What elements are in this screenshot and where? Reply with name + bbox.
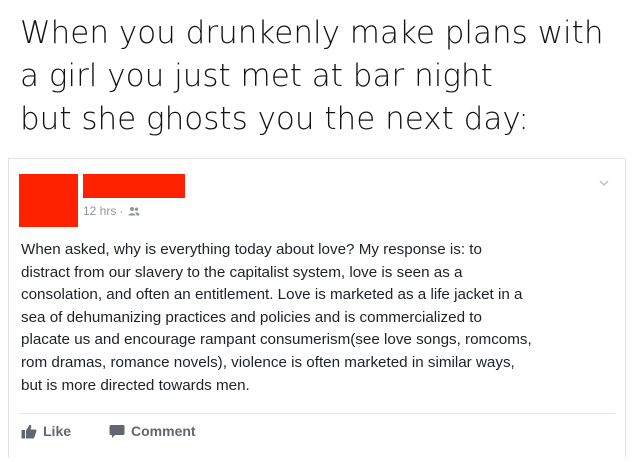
post-body-line: distract from our slavery to the capital… bbox=[21, 263, 463, 281]
caption-line: When you drunkenly make plans with bbox=[20, 15, 604, 51]
post-meta: 12 hrs · bbox=[83, 204, 140, 218]
post-timestamp[interactable]: 12 hrs bbox=[83, 204, 116, 218]
facebook-post: 12 hrs · When asked, why is everything t… bbox=[8, 158, 626, 458]
post-body-line: When asked, why is everything today abou… bbox=[21, 241, 482, 258]
caption-line: a girl you just met at bar night bbox=[20, 58, 493, 94]
meta-separator: · bbox=[119, 204, 124, 218]
like-button[interactable]: Like bbox=[21, 423, 71, 439]
friends-icon[interactable] bbox=[128, 206, 140, 216]
post-divider bbox=[19, 413, 615, 414]
post-body-line: consolation, and often an entitlement. L… bbox=[21, 286, 523, 304]
thumbs-up-icon bbox=[21, 424, 37, 438]
post-body-line: rom dramas, romance novels), violence is… bbox=[21, 353, 515, 371]
comment-label: Comment bbox=[131, 423, 196, 439]
comment-button[interactable]: Comment bbox=[109, 423, 196, 439]
post-body-line: sea of dehumanizing practices and polici… bbox=[21, 308, 482, 326]
comment-bubble-icon bbox=[109, 424, 125, 438]
caption-line: but she ghosts you the next day: bbox=[20, 101, 529, 137]
meme-caption: When you drunkenly make plans with a gir… bbox=[20, 12, 630, 141]
post-body-line: but is more directed towards men. bbox=[21, 376, 250, 394]
redacted-author-name[interactable] bbox=[83, 174, 185, 198]
redacted-avatar[interactable] bbox=[19, 174, 78, 227]
chevron-down-icon[interactable] bbox=[597, 176, 611, 190]
post-body-line: placate us and encourage rampant consume… bbox=[21, 331, 532, 349]
post-actions: Like Comment bbox=[21, 423, 196, 439]
like-label: Like bbox=[43, 423, 72, 439]
post-body: When asked, why is everything today abou… bbox=[21, 239, 621, 397]
